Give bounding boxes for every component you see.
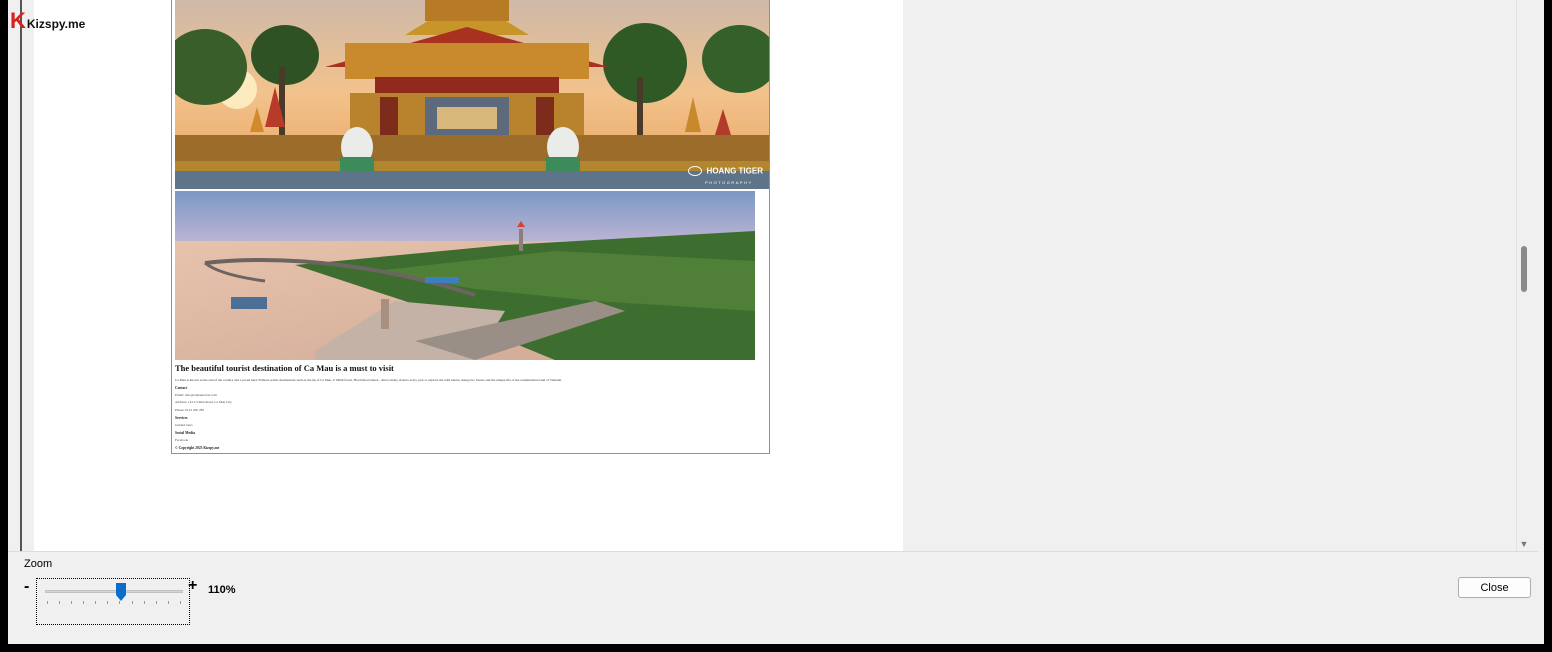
article: The beautiful tourist destination of Ca … bbox=[175, 363, 755, 450]
social-item: Facebook bbox=[175, 438, 189, 443]
page-edge-line bbox=[20, 0, 22, 551]
article-body: Ca Mau is known as the end of the countr… bbox=[175, 378, 563, 382]
vertical-scrollbar[interactable]: ▼ bbox=[1516, 0, 1530, 551]
services-item: Guided tours bbox=[175, 422, 193, 427]
zoom-value: 110% bbox=[208, 584, 236, 596]
brand-text: Kizspy.me bbox=[26, 17, 86, 31]
document-content: HOANG TIGER PHOTOGRAPHY The beautiful to… bbox=[171, 0, 770, 454]
zoom-in-button[interactable]: + bbox=[188, 577, 197, 595]
copyright: © Copyright 2023 Kizspy.me bbox=[175, 446, 220, 451]
contact-phone: Phone: 0123 456 789 bbox=[175, 407, 204, 412]
preview-viewport[interactable]: HOANG TIGER PHOTOGRAPHY The beautiful to… bbox=[8, 0, 1538, 552]
slider-track[interactable] bbox=[45, 590, 183, 593]
article-title: The beautiful tourist destination of Ca … bbox=[175, 363, 394, 373]
contact-heading: Contact bbox=[175, 386, 188, 391]
slider-thumb[interactable] bbox=[115, 583, 126, 601]
scrollbar-thumb[interactable] bbox=[1521, 246, 1527, 292]
watermark-text: HOANG TIGER bbox=[706, 166, 763, 176]
close-button[interactable]: Close bbox=[1458, 577, 1531, 598]
watermark-logo-icon bbox=[688, 165, 703, 176]
temple-image: HOANG TIGER PHOTOGRAPHY bbox=[175, 0, 769, 189]
logo-k-icon: K bbox=[10, 8, 26, 33]
zoom-label: Zoom bbox=[24, 558, 53, 570]
zoom-out-button[interactable]: - bbox=[24, 578, 29, 596]
zoom-slider[interactable] bbox=[36, 578, 190, 625]
services-heading: Services bbox=[175, 415, 188, 420]
scroll-down-arrow-icon[interactable]: ▼ bbox=[1519, 539, 1529, 549]
preview-page: HOANG TIGER PHOTOGRAPHY The beautiful to… bbox=[34, 0, 903, 551]
brand-logo: K Kizspy.me bbox=[10, 8, 85, 34]
watermark-subtext: PHOTOGRAPHY bbox=[705, 180, 753, 185]
social-heading: Social Media bbox=[175, 431, 195, 436]
print-preview-window: HOANG TIGER PHOTOGRAPHY The beautiful to… bbox=[8, 0, 1544, 644]
slider-ticks bbox=[47, 601, 181, 605]
contact-email: Email: info@camautravel.com bbox=[175, 393, 217, 398]
contact-address: Address: 123 Ca Mau Road, Ca Mau City bbox=[175, 400, 232, 405]
ca-mau-cape-image bbox=[175, 191, 755, 360]
